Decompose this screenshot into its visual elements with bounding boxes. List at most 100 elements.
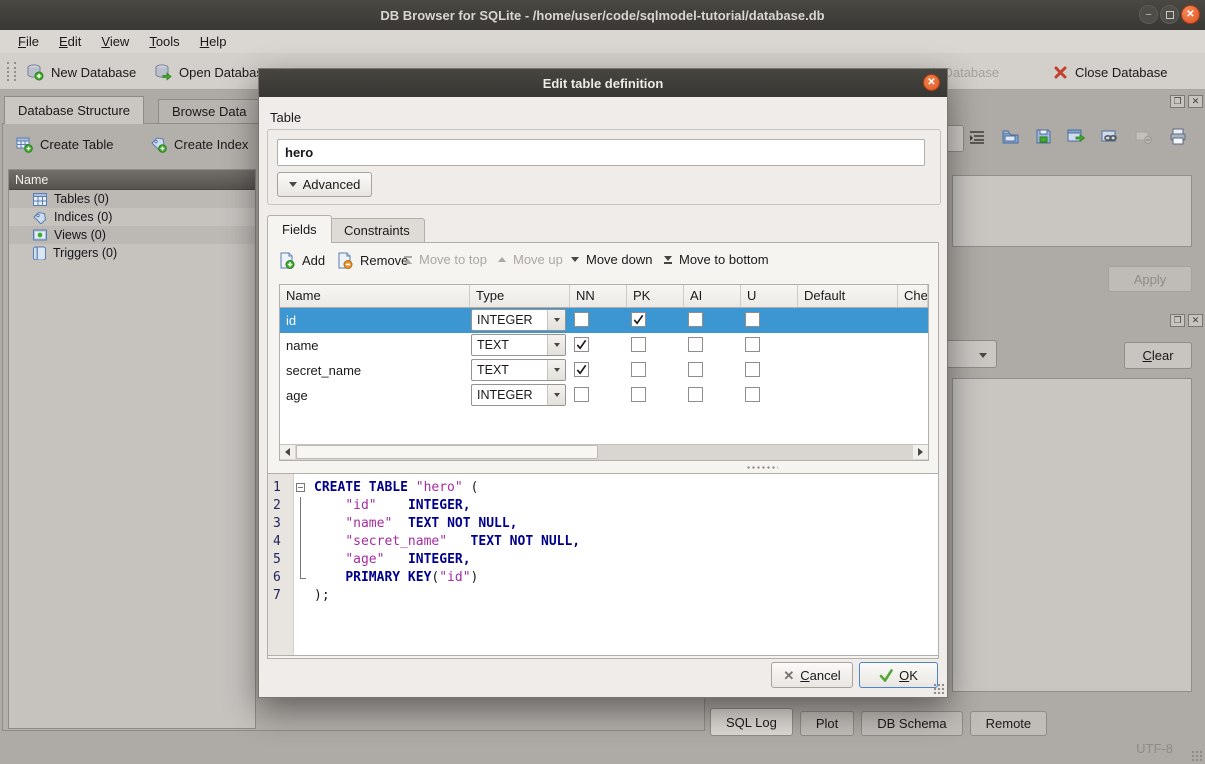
checkbox-u[interactable] xyxy=(745,387,760,402)
field-row-age[interactable]: ageINTEGER xyxy=(280,383,928,408)
column-header-type[interactable]: Type xyxy=(470,285,570,307)
field-type-select[interactable]: INTEGER xyxy=(471,309,566,331)
save-icon[interactable] xyxy=(1035,128,1052,145)
checkbox-ai[interactable] xyxy=(688,312,703,327)
checkbox-ai[interactable] xyxy=(688,337,703,352)
checkbox-ai[interactable] xyxy=(688,362,703,377)
minimize-button[interactable]: – xyxy=(1139,5,1158,24)
sql-log-textarea[interactable] xyxy=(952,378,1192,692)
tab-plot[interactable]: Plot xyxy=(800,711,854,736)
column-header-ai[interactable]: AI xyxy=(684,285,741,307)
tree-item-triggers[interactable]: Triggers (0) xyxy=(9,244,255,262)
checkbox-u[interactable] xyxy=(745,312,760,327)
dialog-titlebar[interactable]: Edit table definition ✕ xyxy=(259,69,947,97)
tree-item-views[interactable]: Views (0) xyxy=(9,226,255,244)
dialog-resize-grip[interactable] xyxy=(933,683,944,694)
add-field-button[interactable]: Add xyxy=(278,252,325,269)
column-header-u[interactable]: U xyxy=(741,285,798,307)
checkbox-pk[interactable] xyxy=(631,312,646,327)
print-icon[interactable] xyxy=(1169,128,1187,145)
create-index-button[interactable]: Create Index xyxy=(150,136,248,153)
field-type-cell: TEXT xyxy=(470,358,570,383)
open-database-button[interactable]: Open Database xyxy=(154,62,270,82)
tree-item-indices[interactable]: Indices (0) xyxy=(9,208,255,226)
table-name-input[interactable]: hero xyxy=(277,139,925,166)
advanced-button[interactable]: Advanced xyxy=(277,172,372,197)
toolbar-grip[interactable] xyxy=(7,62,16,81)
close-button[interactable]: ✕ xyxy=(1181,5,1200,24)
checkbox-nn[interactable] xyxy=(574,362,589,377)
checkbox-ai[interactable] xyxy=(688,387,703,402)
menu-tools[interactable]: Tools xyxy=(139,32,189,51)
close-database-button[interactable]: Close Database xyxy=(1053,62,1168,82)
dock-float-icon[interactable]: ❐ xyxy=(1170,314,1185,327)
cell-edit-textarea[interactable] xyxy=(952,175,1192,247)
scrollbar-thumb[interactable] xyxy=(296,445,598,459)
checkbox-u[interactable] xyxy=(745,362,760,377)
menu-view[interactable]: View xyxy=(91,32,139,51)
tab-remote[interactable]: Remote xyxy=(970,711,1048,736)
checkbox-u[interactable] xyxy=(745,337,760,352)
clear-button[interactable]: Clear xyxy=(1124,342,1192,369)
checkbox-nn[interactable] xyxy=(574,337,589,352)
checkbox-pk[interactable] xyxy=(631,362,646,377)
ok-button[interactable]: OK xyxy=(859,662,938,688)
checkbox-pk[interactable] xyxy=(631,387,646,402)
field-type-select[interactable]: INTEGER xyxy=(471,384,566,406)
field-row-id[interactable]: idINTEGER xyxy=(280,308,928,333)
remove-field-button[interactable]: Remove xyxy=(336,252,408,269)
create-table-icon xyxy=(16,136,33,153)
sql-preview[interactable]: 1CREATE TABLE "hero" (2 "id" INTEGER,3 "… xyxy=(267,473,939,656)
tree-header-name[interactable]: Name xyxy=(9,170,255,190)
dock-close-icon[interactable]: ✕ xyxy=(1188,314,1203,327)
maximize-button[interactable] xyxy=(1160,5,1179,24)
checkbox-nn[interactable] xyxy=(574,387,589,402)
menu-help[interactable]: Help xyxy=(190,32,237,51)
apply-button[interactable]: Apply xyxy=(1108,266,1192,292)
tab-constraints[interactable]: Constraints xyxy=(329,218,425,243)
move-to-bottom-button[interactable]: Move to bottom xyxy=(664,252,769,267)
tab-db-schema[interactable]: DB Schema xyxy=(861,711,962,736)
cancel-button[interactable]: ✕ Cancel xyxy=(771,662,853,688)
column-header-name[interactable]: Name xyxy=(280,285,470,307)
set-null-icon[interactable] xyxy=(1135,130,1154,144)
text-format-icon[interactable] xyxy=(968,129,986,145)
column-header-default[interactable]: Default xyxy=(798,285,898,307)
field-type-select[interactable]: TEXT xyxy=(471,359,566,381)
create-table-button[interactable]: Create Table xyxy=(16,136,113,153)
import-icon[interactable] xyxy=(1001,128,1020,145)
scroll-left-icon[interactable] xyxy=(280,445,295,459)
tree-item-tables[interactable]: Tables (0) xyxy=(9,190,255,208)
column-header-nn[interactable]: NN xyxy=(570,285,627,307)
move-to-top-button[interactable]: Move to top xyxy=(404,252,487,267)
chevron-down-icon xyxy=(547,335,565,355)
field-row-secret_name[interactable]: secret_nameTEXT xyxy=(280,358,928,383)
checkbox-pk[interactable] xyxy=(631,337,646,352)
export-icon[interactable] xyxy=(1067,128,1086,145)
horizontal-scrollbar[interactable] xyxy=(280,444,928,460)
move-up-button[interactable]: Move up xyxy=(498,252,563,267)
new-database-button[interactable]: New Database xyxy=(26,62,136,82)
tab-database-structure[interactable]: Database Structure xyxy=(4,96,144,124)
tab-browse-data[interactable]: Browse Data xyxy=(158,99,260,124)
dock-close-icon[interactable]: ✕ xyxy=(1188,95,1203,108)
field-row-name[interactable]: nameTEXT xyxy=(280,333,928,358)
link-icon[interactable] xyxy=(1101,129,1120,144)
dialog-close-button[interactable]: ✕ xyxy=(923,74,940,91)
apply-label: Apply xyxy=(1134,272,1167,287)
menu-edit[interactable]: Edit xyxy=(49,32,91,51)
window-titlebar[interactable]: DB Browser for SQLite - /home/user/code/… xyxy=(0,0,1205,31)
menu-file[interactable]: File xyxy=(8,32,49,51)
splitter-handle[interactable] xyxy=(746,465,778,470)
tab-fields[interactable]: Fields xyxy=(267,215,332,243)
tab-sql-log[interactable]: SQL Log xyxy=(710,708,793,736)
checkbox-nn[interactable] xyxy=(574,312,589,327)
move-down-button[interactable]: Move down xyxy=(571,252,652,267)
column-header-check[interactable]: Check xyxy=(898,285,928,307)
window-resize-grip[interactable] xyxy=(1191,750,1202,761)
field-type-select[interactable]: TEXT xyxy=(471,334,566,356)
dock-float-icon[interactable]: ❐ xyxy=(1170,95,1185,108)
table-label: Table xyxy=(270,110,301,125)
scroll-right-icon[interactable] xyxy=(913,445,928,459)
column-header-pk[interactable]: PK xyxy=(627,285,684,307)
